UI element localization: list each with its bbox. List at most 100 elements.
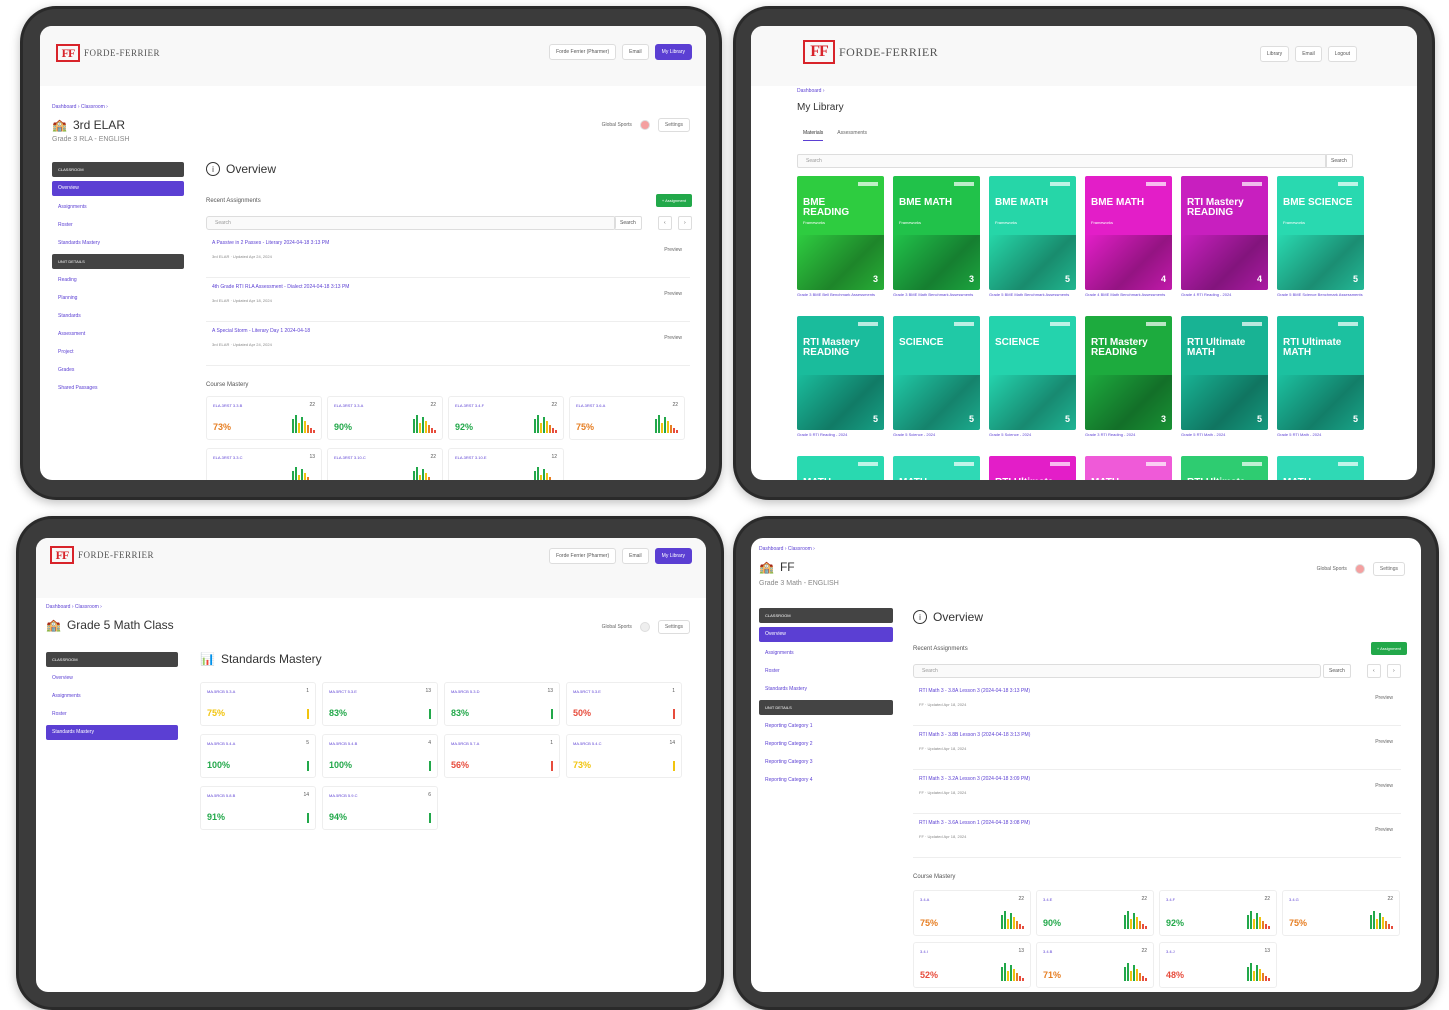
standard-code[interactable]: MA.5RCB 5.9.C — [329, 793, 357, 798]
brand-logo[interactable]: FF FORDE-FERRIER — [803, 40, 938, 64]
search-input[interactable]: Search — [797, 154, 1327, 168]
assignment-row[interactable]: A Passive in 2 Passes - Literary 2024-04… — [206, 234, 690, 278]
next-page-icon[interactable]: › — [1387, 664, 1401, 678]
sidebar-item-shared-passages[interactable]: Shared Passages — [52, 381, 184, 399]
sidebar-item-standards-mastery[interactable]: Standards Mastery — [46, 725, 178, 740]
mastery-card[interactable]: ELA.3RST 3.4.F 22 92% — [448, 396, 564, 440]
preview-button[interactable]: Preview — [1375, 695, 1393, 701]
assignment-row[interactable]: A Special Storm - Literary Day 1 2024-04… — [206, 322, 690, 366]
tab-materials[interactable]: Materials — [803, 130, 824, 141]
sidebar-item-assignments[interactable]: Assignments — [52, 200, 184, 218]
book-cover[interactable]: MATH — [797, 456, 884, 480]
standard-code[interactable]: ELA.3RST 3.10.C — [334, 455, 366, 460]
mastery-card[interactable]: MA.5RCB 5.7.A 1 56% — [444, 734, 560, 778]
book-caption[interactable]: Grade 5 BME Math Benchmark Assessments — [989, 292, 1076, 298]
book-cover[interactable]: BME READING Frameworks 3 — [797, 176, 884, 290]
nav-my-library[interactable]: My Library — [654, 44, 692, 60]
mastery-card[interactable]: ELA.3RST 3.10.E 12 — [448, 448, 564, 480]
mastery-card[interactable]: 3.4.E 22 90% — [1036, 890, 1154, 936]
sidebar-item-planning[interactable]: Planning — [52, 291, 184, 309]
standard-code[interactable]: MA.5RCT 5.3.E — [573, 689, 601, 694]
assignment-title[interactable]: RTI Math 3 - 3.8B Lesson 3 (2024-04-18 3… — [919, 732, 1030, 738]
book-caption[interactable]: Grade 3 BME Bell Benchmark Assessments — [797, 292, 884, 298]
mastery-card[interactable]: ELA.3RST 3.3.C 13 — [206, 448, 322, 480]
nav-email[interactable]: Email — [622, 44, 649, 60]
standard-code[interactable]: ELA.3RST 3.3.C — [213, 455, 243, 460]
mastery-card[interactable]: 3.4.I 13 52% — [913, 942, 1031, 988]
sidebar-item-roster[interactable]: Roster — [52, 218, 184, 236]
assignment-row[interactable]: RTI Math 3 - 3.8A Lesson 3 (2024-04-18 3… — [913, 682, 1401, 726]
book-cover[interactable]: BME MATH Frameworks 5 — [989, 176, 1076, 290]
sidebar-item-category-4[interactable]: Reporting Category 4 — [759, 773, 893, 791]
mastery-card[interactable]: MA.5RCT 5.3.E 13 83% — [322, 682, 438, 726]
sidebar-item-standards[interactable]: Standards — [52, 309, 184, 327]
nav-logout[interactable]: Logout — [1327, 46, 1357, 62]
mastery-card[interactable]: MA.5RCB 5.3.D 13 83% — [444, 682, 560, 726]
global-sports-link[interactable]: Global Sports — [1317, 566, 1347, 572]
preview-button[interactable]: Preview — [1375, 783, 1393, 789]
standard-code[interactable]: MA.5RCB 5.3.A — [207, 689, 235, 694]
book-cover[interactable]: BME SCIENCE Frameworks 5 — [1277, 176, 1364, 290]
mastery-card[interactable]: MA.5RCB 5.8.B 14 91% — [200, 786, 316, 830]
book-cover[interactable]: SCIENCE 5 — [893, 316, 980, 430]
settings-button[interactable]: Settings — [657, 118, 690, 132]
prev-page-icon[interactable]: ‹ — [1367, 664, 1381, 678]
nav-email[interactable]: Email — [622, 548, 649, 564]
search-input[interactable]: Search — [913, 664, 1321, 678]
sidebar-item-reading[interactable]: Reading — [52, 273, 184, 291]
mastery-card[interactable]: MA.5RCB 5.9.C 6 94% — [322, 786, 438, 830]
book-cover[interactable]: RTI Ultimate MATH 5 — [1181, 316, 1268, 430]
standard-code[interactable]: 3.4.A — [920, 897, 929, 902]
global-sports-link[interactable]: Global Sports — [602, 624, 632, 630]
sidebar-item-roster[interactable]: Roster — [46, 707, 178, 725]
standard-code[interactable]: MA.5RCB 5.7.A — [451, 741, 479, 746]
book-cover[interactable]: MATH — [893, 456, 980, 480]
nav-my-library[interactable]: My Library — [654, 548, 692, 564]
breadcrumb[interactable]: Dashboard › Classroom › — [52, 104, 108, 110]
nav-user[interactable]: Forde Ferrier (Pharmer) — [549, 548, 617, 564]
mastery-card[interactable]: 3.4.B 22 71% — [1036, 942, 1154, 988]
book-cover[interactable]: RTI Ultimate MATH — [989, 456, 1076, 480]
book-cover[interactable]: RTI Mastery READING 5 — [797, 316, 884, 430]
sidebar-item-assessment[interactable]: Assessment — [52, 327, 184, 345]
nav-user[interactable]: Forde Ferrier (Pharmer) — [549, 44, 617, 60]
standard-code[interactable]: 3.4.I — [920, 949, 928, 954]
standard-code[interactable]: ELA.3RST 3.4.F — [455, 403, 484, 408]
preview-button[interactable]: Preview — [664, 335, 682, 341]
mastery-card[interactable]: 3.4.J 13 48% — [1159, 942, 1277, 988]
sidebar-item-grades[interactable]: Grades — [52, 363, 184, 381]
mastery-card[interactable]: ELA.3RST 3.6.A 22 75% — [569, 396, 685, 440]
book-caption[interactable]: Grade 4 BME Math Benchmark Assessments — [1085, 292, 1172, 298]
book-cover[interactable]: MATH — [1085, 456, 1172, 480]
search-button[interactable]: Search — [614, 216, 642, 230]
standard-code[interactable]: MA.5RCT 5.3.E — [329, 689, 357, 694]
breadcrumb[interactable]: Dashboard › Classroom › — [759, 546, 815, 552]
sidebar-item-standards-mastery[interactable]: Standards Mastery — [52, 236, 184, 254]
mastery-card[interactable]: 3.4.F 22 92% — [1159, 890, 1277, 936]
book-caption[interactable]: Grade 5 RTI Reading - 2024 — [797, 432, 884, 438]
standard-code[interactable]: MA.5RCB 5.4.A — [207, 741, 235, 746]
add-assignment-button[interactable]: + Assignment — [1370, 642, 1407, 655]
next-page-icon[interactable]: › — [678, 216, 692, 230]
assignment-row[interactable]: 4th Grade RTI RLA Assessment - Dialect 2… — [206, 278, 690, 322]
mastery-card[interactable]: MA.5RCB 5.3.A 1 75% — [200, 682, 316, 726]
assignment-row[interactable]: RTI Math 3 - 3.2A Lesson 3 (2024-04-18 3… — [913, 770, 1401, 814]
standard-code[interactable]: 3.4.J — [1166, 949, 1175, 954]
assignment-title[interactable]: RTI Math 3 - 3.8A Lesson 3 (2024-04-18 3… — [919, 688, 1030, 694]
book-cover[interactable]: RTI Mastery READING 4 — [1181, 176, 1268, 290]
assignment-title[interactable]: 4th Grade RTI RLA Assessment - Dialect 2… — [212, 284, 349, 290]
standard-code[interactable]: MA.5RCB 5.4.C — [573, 741, 601, 746]
settings-button[interactable]: Settings — [657, 620, 690, 634]
sidebar-item-roster[interactable]: Roster — [759, 664, 893, 682]
search-button[interactable]: Search — [1325, 154, 1353, 168]
sidebar-item-category-3[interactable]: Reporting Category 3 — [759, 755, 893, 773]
book-caption[interactable]: Grade 5 RTI Math - 2024 — [1181, 432, 1268, 438]
preview-button[interactable]: Preview — [664, 291, 682, 297]
search-button[interactable]: Search — [1323, 664, 1351, 678]
preview-button[interactable]: Preview — [664, 247, 682, 253]
mastery-card[interactable]: ELA.3RST 3.3.B 22 73% — [206, 396, 322, 440]
preview-button[interactable]: Preview — [1375, 827, 1393, 833]
sidebar-item-category-1[interactable]: Reporting Category 1 — [759, 719, 893, 737]
book-cover[interactable]: RTI Ultimate MATH — [1181, 456, 1268, 480]
nav-library[interactable]: Library — [1259, 46, 1290, 62]
